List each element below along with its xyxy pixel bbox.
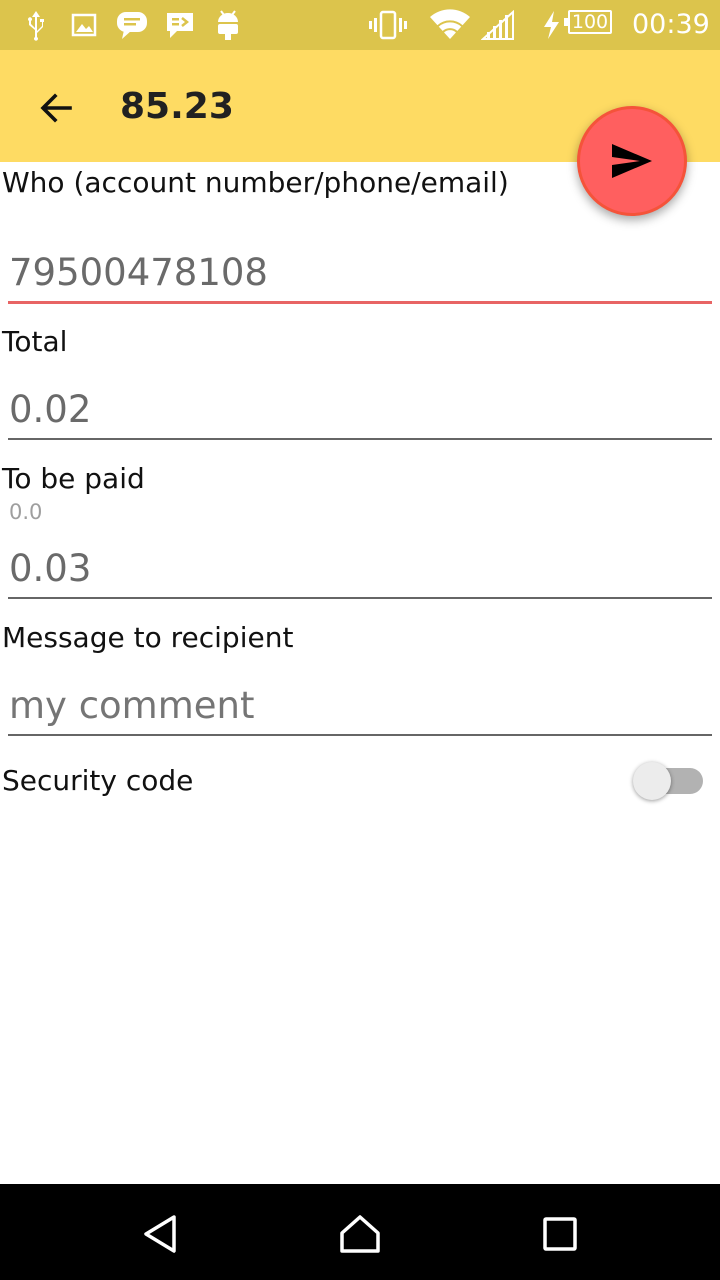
screen: 100 00:39 85.23 Who (account number/phon… <box>0 0 720 1280</box>
status-clock: 00:39 <box>632 9 710 40</box>
send-button[interactable] <box>577 106 687 216</box>
total-label: Total <box>2 325 68 358</box>
security-code-toggle[interactable] <box>633 760 705 802</box>
toggle-thumb <box>633 762 671 800</box>
cellular-signal-icon <box>480 8 516 42</box>
back-triangle-icon <box>144 1215 176 1253</box>
recents-icon <box>543 1217 577 1251</box>
to-be-paid-label: To be paid <box>2 462 145 495</box>
message-icon <box>164 8 196 42</box>
recipient-label: Who (account number/phone/email) <box>2 166 509 199</box>
usb-icon <box>22 8 50 42</box>
security-code-label: Security code <box>2 764 194 797</box>
recipient-input[interactable] <box>8 244 712 304</box>
system-nav-bar <box>0 1184 720 1280</box>
message-input[interactable] <box>8 676 712 736</box>
back-button[interactable] <box>26 78 86 138</box>
page-title: 85.23 <box>120 86 234 127</box>
wifi-icon <box>428 8 472 42</box>
charging-bolt-icon <box>540 8 562 42</box>
nav-recents-button[interactable] <box>532 1206 588 1262</box>
nav-home-button[interactable] <box>332 1206 388 1262</box>
battery-icon: 100 <box>564 10 612 34</box>
android-icon <box>214 8 242 42</box>
battery-level: 100 <box>571 11 609 33</box>
total-input[interactable] <box>8 380 712 440</box>
send-icon <box>612 144 652 178</box>
to-be-paid-input[interactable] <box>8 539 712 599</box>
nav-back-button[interactable] <box>132 1206 188 1262</box>
arrow-back-icon <box>40 93 72 123</box>
to-be-paid-hint: 0.0 <box>9 500 43 524</box>
chat-bubble-icon <box>116 8 148 42</box>
status-bar: 100 00:39 <box>0 0 720 50</box>
vibrate-icon <box>368 8 408 42</box>
message-label: Message to recipient <box>2 621 294 654</box>
home-icon <box>340 1215 380 1253</box>
image-icon <box>70 8 98 42</box>
